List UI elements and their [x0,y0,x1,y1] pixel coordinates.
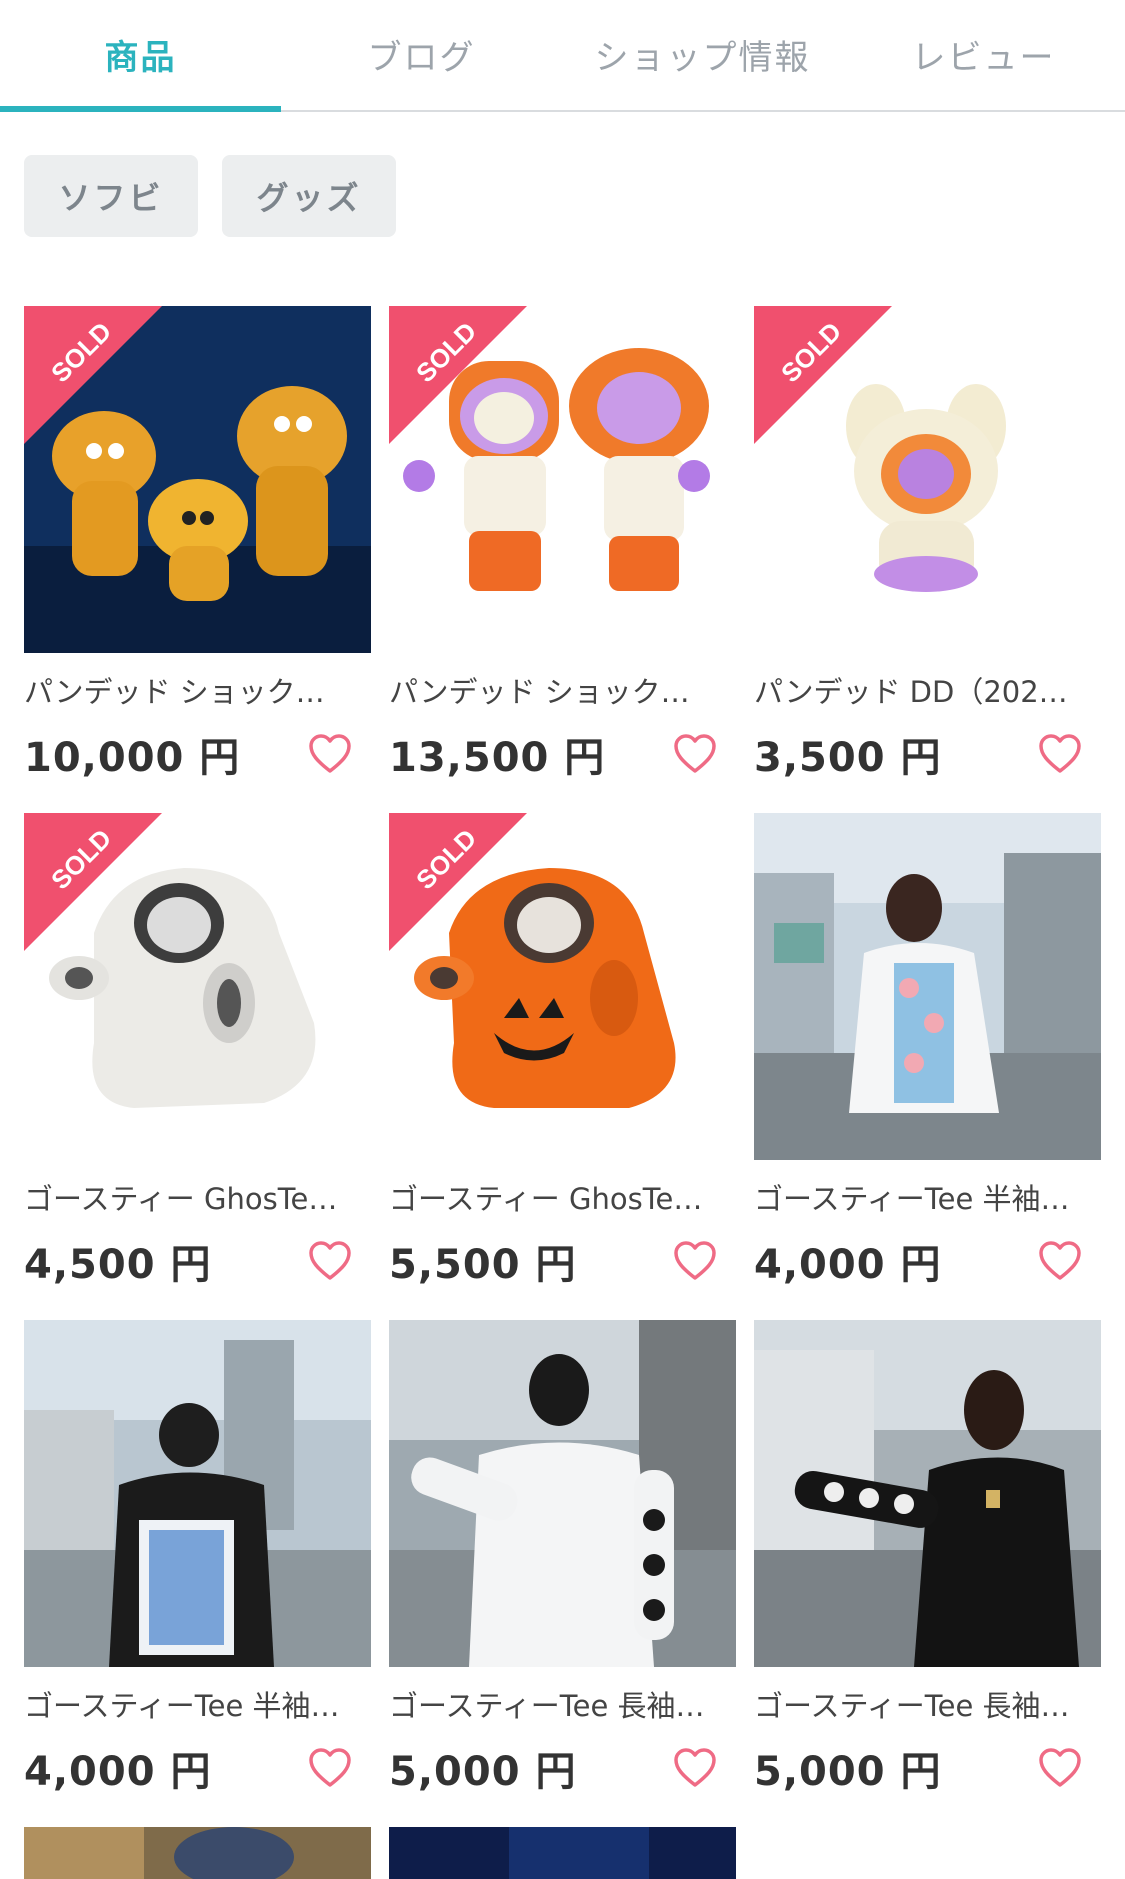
product-card[interactable]: SOLD ゴースティー GhosTe… 5,500 円 [389,813,736,1290]
product-image[interactable] [24,1827,371,1879]
product-image[interactable] [24,1320,371,1667]
product-price: 10,000 円 [24,735,241,781]
tab-label: レビュー [911,37,1056,78]
product-card[interactable] [24,1827,371,1879]
product-image[interactable] [754,813,1101,1160]
product-name: ゴースティーTee 半袖… [24,1689,340,1723]
tab-label: 商品 [104,37,177,78]
active-tab-indicator [0,106,281,112]
tab-bar: 商品 ブログ ショップ情報 レビュー [0,0,1125,112]
heart-icon[interactable] [1037,1238,1083,1284]
product-price: 4,500 円 [24,1242,212,1288]
product-price: 13,500 円 [389,735,606,781]
product-card[interactable]: SOLD パンデッド ショック… 10,000 円 [24,306,371,783]
heart-icon[interactable] [307,1238,353,1284]
product-image[interactable]: SOLD [24,306,371,653]
sold-badge: SOLD [24,306,162,444]
heart-icon[interactable] [672,731,718,777]
filter-sofubi[interactable]: ソフビ [24,155,198,237]
heart-icon[interactable] [672,1238,718,1284]
sold-badge: SOLD [24,813,162,951]
filter-goods[interactable]: グッズ [222,155,396,237]
product-image[interactable]: SOLD [389,813,736,1160]
heart-icon[interactable] [1037,731,1083,777]
product-price: 3,500 円 [754,735,942,781]
product-name: パンデッド DD（202… [754,675,1068,709]
product-name: ゴースティー GhosTe… [389,1182,703,1216]
tab-products[interactable]: 商品 [0,0,281,108]
sold-badge: SOLD [389,306,527,444]
product-price: 4,000 円 [24,1749,212,1795]
product-card[interactable]: ゴースティーTee 長袖… 5,000 円 [754,1320,1101,1797]
product-price: 5,000 円 [389,1749,577,1795]
tab-reviews[interactable]: レビュー [843,0,1124,108]
product-name: ゴースティーTee 半袖… [754,1182,1070,1216]
product-name: ゴースティーTee 長袖… [389,1689,705,1723]
heart-icon[interactable] [307,1745,353,1791]
product-image[interactable]: SOLD [24,813,371,1160]
product-card[interactable]: ゴースティーTee 半袖… 4,000 円 [754,813,1101,1290]
product-card[interactable]: SOLD パンデッド DD（202… 3,500 円 [754,306,1101,783]
product-price: 4,000 円 [754,1242,942,1288]
product-name: パンデッド ショック… [389,675,690,709]
product-price: 5,500 円 [389,1242,577,1288]
product-name: パンデッド ショック… [24,675,325,709]
tab-label: ブログ [367,37,476,78]
heart-icon[interactable] [1037,1745,1083,1791]
product-card[interactable]: ゴースティーTee 半袖… 4,000 円 [24,1320,371,1797]
category-filters: ソフビ グッズ [24,155,396,237]
product-card[interactable]: SOLD パンデッド ショック… 13,500 円 [389,306,736,783]
product-name: ゴースティー GhosTe… [24,1182,338,1216]
product-image[interactable] [754,1320,1101,1667]
heart-icon[interactable] [672,1745,718,1791]
product-card[interactable]: SOLD ゴースティー GhosTe… 4,500 円 [24,813,371,1290]
product-price: 5,000 円 [754,1749,942,1795]
product-name: ゴースティーTee 長袖… [754,1689,1070,1723]
sold-badge: SOLD [754,306,892,444]
product-image[interactable] [389,1320,736,1667]
tab-blog[interactable]: ブログ [281,0,562,108]
product-image[interactable]: SOLD [754,306,1101,653]
heart-icon[interactable] [307,731,353,777]
product-image[interactable]: SOLD [389,306,736,653]
product-card[interactable]: ゴースティーTee 長袖… 5,000 円 [389,1320,736,1797]
product-card[interactable] [389,1827,736,1879]
tab-label: ショップ情報 [594,37,811,78]
product-image[interactable] [389,1827,736,1879]
sold-badge: SOLD [389,813,527,951]
tab-shop-info[interactable]: ショップ情報 [562,0,843,108]
